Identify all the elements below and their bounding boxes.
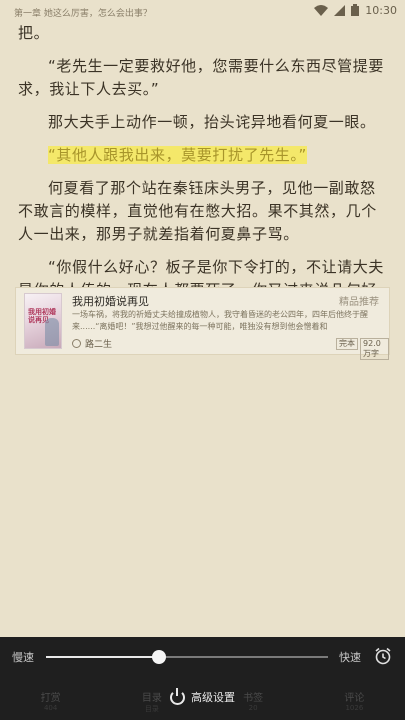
author-icon (72, 339, 81, 348)
auto-scroll-panel: 慢速 快速 打赏 404 目录 目录 书签 20 评论 1026 高级设置 (0, 637, 405, 720)
clock-time: 10:30 (365, 3, 397, 17)
paragraph-highlighted: “其他人跟我出来，莫要打扰了先生。” (18, 144, 387, 167)
paragraph: 那大夫手上动作一顿，抬头诧异地看何夏一眼。 (48, 113, 376, 131)
cover-figure (45, 318, 59, 346)
book-description: 一场车祸，将我的祈婚丈夫给撞成植物人，我守着昏迷的老公四年，四年后他终于醒来..… (72, 310, 368, 331)
book-author: 路二生 (85, 340, 113, 350)
book-recommendation-card[interactable]: 我用初婚说再见 我用初婚说再见 精品推荐 一场车祸，将我的祈婚丈夫给撞成植物人，… (15, 287, 390, 360)
fast-label: 快速 (339, 651, 361, 664)
status-bar: 第一章 她这么厉害，怎么会出事？ 10:30 (0, 0, 405, 20)
slider-thumb[interactable] (151, 650, 166, 664)
book-status-badge: 完本 (336, 338, 358, 350)
battery-icon (351, 4, 360, 16)
power-icon (170, 687, 185, 705)
highlight[interactable]: “其他人跟我出来，莫要打扰了先生。” (48, 146, 307, 164)
paragraph: 何夏看了那个站在秦钰床头男子，见他一副敢怒不敢言的模样，直觉他有在憋大招。果不其… (18, 179, 377, 243)
paragraph: “老先生一定要救好他，您需要什么东西尽管提要求，我让下人去买。” (18, 57, 384, 98)
book-title: 我用初婚说再见 (72, 295, 149, 308)
alarm-clock-icon[interactable] (374, 647, 392, 669)
word-count-badge: 92.0万字 (360, 338, 389, 360)
paragraph: 把。 (18, 24, 50, 42)
chapter-title: 第一章 她这么厉害，怎么会出事？ (14, 9, 152, 19)
book-cover: 我用初婚说再见 (24, 293, 62, 349)
speed-slider[interactable] (46, 650, 328, 664)
slow-label: 慢速 (12, 651, 34, 664)
advanced-settings-button[interactable]: 高级设置 (0, 687, 405, 705)
advanced-settings-label: 高级设置 (191, 691, 235, 704)
wifi-icon (314, 4, 329, 16)
recommend-tag: 精品推荐 (339, 297, 379, 308)
slider-fill (46, 656, 159, 658)
signal-icon (334, 4, 346, 16)
